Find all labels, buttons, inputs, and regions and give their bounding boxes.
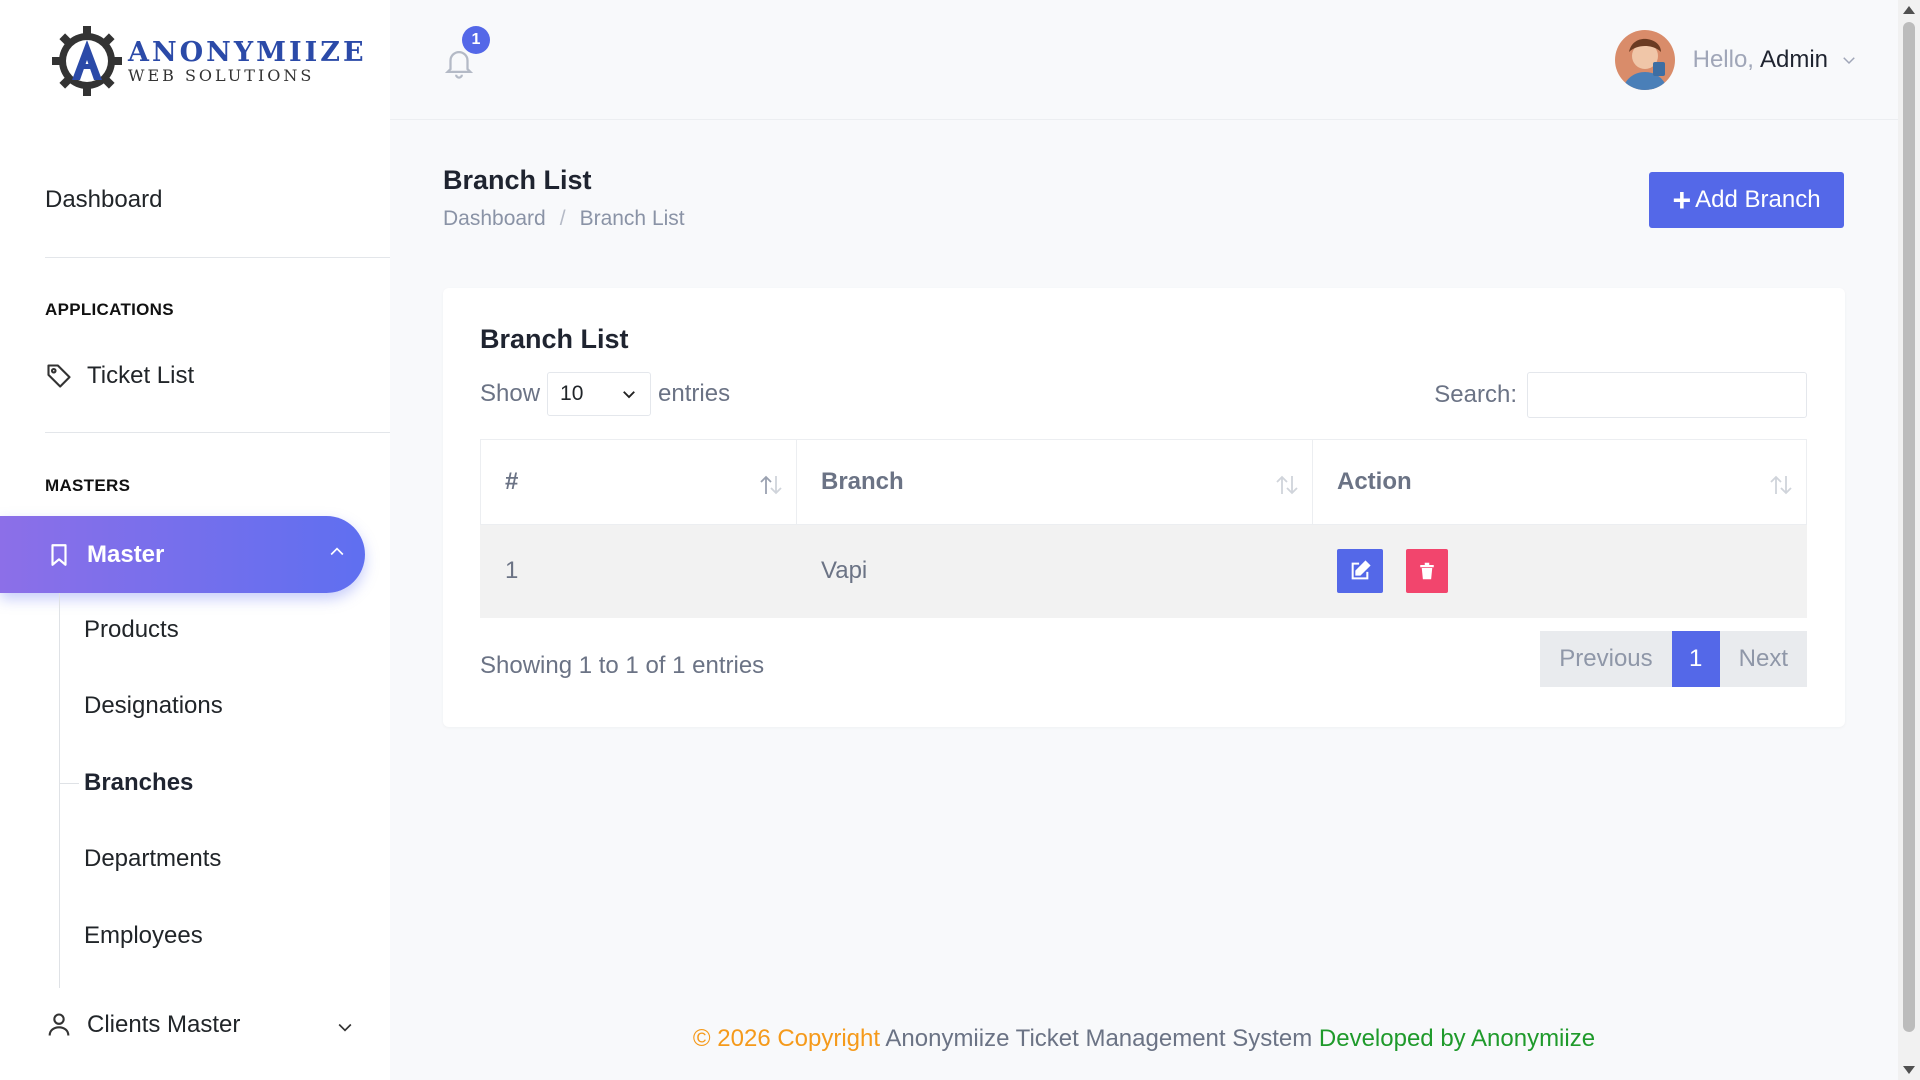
cell-branch: Vapi — [796, 524, 1313, 618]
submenu-active-tick — [59, 783, 79, 784]
column-header-index[interactable]: # — [480, 439, 797, 525]
gear-logo-icon — [52, 26, 122, 96]
breadcrumb: Dashboard / Branch List — [443, 207, 685, 231]
sidebar-divider — [45, 257, 390, 258]
pagination-previous[interactable]: Previous — [1540, 631, 1672, 687]
delete-button[interactable] — [1405, 549, 1448, 594]
brand-logo[interactable]: Anonymiize Web Solutions — [50, 24, 367, 98]
column-header-action[interactable]: Action — [1312, 439, 1807, 525]
edit-button[interactable] — [1337, 549, 1383, 594]
pagination-page-current[interactable]: 1 — [1671, 631, 1720, 687]
tag-icon — [45, 362, 73, 390]
breadcrumb-separator: / — [559, 207, 566, 230]
greeting-text: Hello, — [1692, 46, 1754, 73]
sidebar-item-clients-master[interactable]: Clients Master — [45, 1011, 355, 1039]
sidebar-item-label: Master — [87, 540, 165, 568]
chevron-up-icon — [330, 547, 344, 556]
submenu-guide-line — [59, 593, 60, 988]
sidebar-subitem-departments[interactable]: Departments — [84, 845, 221, 873]
pagination-next[interactable]: Next — [1719, 631, 1807, 687]
column-header-label: Action — [1337, 468, 1412, 495]
column-header-branch[interactable]: Branch — [796, 439, 1313, 525]
trash-icon — [1419, 563, 1434, 580]
branch-list-card: Branch List Show 10 entries Search: # Br… — [443, 288, 1845, 727]
table-info-text: Showing 1 to 1 of 1 entries — [480, 652, 765, 679]
show-label: Show — [480, 380, 541, 407]
user-icon — [45, 1011, 73, 1039]
chevron-down-icon — [1843, 57, 1855, 65]
scroll-down-arrow-icon[interactable] — [1903, 1066, 1915, 1074]
page-title: Branch List — [443, 165, 592, 195]
card-title: Branch List — [480, 324, 629, 354]
sort-icon — [1276, 475, 1298, 495]
brand-name: Anonymiize — [128, 36, 367, 68]
sidebar-subitem-products[interactable]: Products — [84, 616, 179, 644]
page-size-select[interactable]: 10 — [547, 372, 652, 416]
sidebar-item-dashboard[interactable]: Dashboard — [45, 186, 162, 214]
add-branch-label: Add Branch — [1695, 186, 1821, 213]
notification-badge: 1 — [462, 26, 490, 54]
search-label: Search: — [1434, 381, 1517, 408]
edit-icon — [1351, 560, 1371, 580]
page-scrollbar[interactable] — [1898, 0, 1920, 1080]
footer: © 2026 Copyright Anonymiize Ticket Manag… — [390, 1025, 1898, 1053]
pagination: Previous 1 Next — [1540, 631, 1807, 687]
sidebar-subitem-branches[interactable]: Branches — [84, 769, 193, 797]
sidebar-subitem-designations[interactable]: Designations — [84, 692, 223, 720]
sidebar-item-label: Ticket List — [87, 362, 195, 389]
sidebar: Anonymiize Web Solutions Dashboard APPLI… — [0, 0, 390, 1080]
sidebar-item-ticket-list[interactable]: Ticket List — [45, 362, 194, 390]
column-header-label: # — [505, 468, 519, 495]
bookmark-icon — [45, 541, 73, 569]
chevron-down-icon — [338, 1023, 352, 1032]
sort-icon — [1770, 475, 1792, 495]
cell-index: 1 — [480, 524, 797, 618]
plus-icon: + — [1672, 182, 1692, 218]
cell-actions — [1312, 524, 1807, 618]
section-title-applications: APPLICATIONS — [45, 300, 174, 319]
sidebar-subitem-employees[interactable]: Employees — [84, 922, 203, 950]
entries-label: entries — [658, 380, 731, 407]
sidebar-item-master[interactable]: Master — [0, 516, 365, 593]
search-input[interactable] — [1527, 372, 1807, 418]
table-header-row: # Branch Action — [480, 439, 1807, 525]
table-row: 1 Vapi — [480, 524, 1807, 618]
footer-copyright: © 2026 Copyright — [692, 1025, 881, 1052]
sidebar-divider — [45, 432, 390, 433]
avatar — [1614, 30, 1675, 90]
topbar: 1 Hello, Admin — [390, 0, 1898, 120]
add-branch-button[interactable]: + Add Branch — [1649, 172, 1844, 228]
sort-icon — [760, 475, 782, 495]
branch-table: # Branch Action 1 Vapi — [480, 439, 1807, 618]
scrollbar-thumb[interactable] — [1903, 22, 1915, 1032]
brand-tagline: Web Solutions — [128, 65, 315, 85]
footer-developer-link[interactable]: Developed by Anonymiize — [1319, 1025, 1595, 1052]
column-header-label: Branch — [821, 468, 904, 495]
breadcrumb-current: Branch List — [579, 207, 685, 230]
user-menu[interactable]: Hello, Admin — [1614, 30, 1858, 90]
section-title-masters: MASTERS — [45, 476, 131, 495]
page-size-control: Show 10 entries — [480, 372, 730, 416]
user-name: Admin — [1759, 46, 1828, 73]
breadcrumb-link-dashboard[interactable]: Dashboard — [443, 207, 546, 231]
footer-system-name: Anonymiize Ticket Management System — [885, 1025, 1313, 1052]
search-control: Search: — [1434, 372, 1807, 418]
sidebar-item-label: Clients Master — [87, 1011, 241, 1038]
scroll-up-arrow-icon[interactable] — [1903, 6, 1915, 14]
chevron-down-icon — [623, 391, 635, 399]
page-size-value: 10 — [560, 382, 584, 405]
